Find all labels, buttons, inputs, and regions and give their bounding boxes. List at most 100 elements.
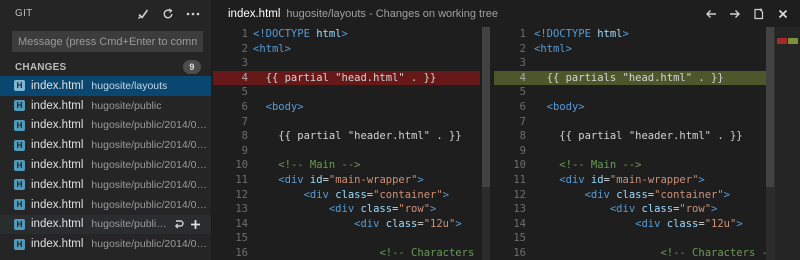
modified-file-pane[interactable]: 1 <!DOCTYPE html> 2 <html> 3 4 {{ partials "h… bbox=[494, 27, 766, 260]
diff-overview-ruler[interactable] bbox=[774, 27, 800, 260]
line-code: <html> bbox=[253, 42, 291, 57]
changed-file-item[interactable]: Hindex.html hugosite/public/... bbox=[0, 214, 211, 235]
code-token: > bbox=[442, 188, 449, 201]
left-scrollbar-thumb[interactable] bbox=[482, 27, 490, 187]
file-name: index.html bbox=[31, 79, 84, 92]
changed-file-item[interactable]: Hindex.html hugosite/public/2014/04/s... bbox=[0, 155, 211, 175]
code-line[interactable]: 2 <html> bbox=[213, 42, 480, 57]
editor-description: hugosite/layouts - Changes on working tr… bbox=[286, 7, 498, 20]
changed-file-item[interactable]: Hindex.html hugosite/public/2014/04/s... bbox=[0, 135, 211, 155]
code-line[interactable]: 13 <div class="row"> bbox=[494, 202, 766, 217]
code-line[interactable]: 10 <!-- Main --> bbox=[494, 158, 766, 173]
overview-removed-marker bbox=[777, 38, 787, 44]
right-scrollbar-track[interactable] bbox=[766, 27, 774, 260]
original-file-pane[interactable]: 1 <!DOCTYPE html> 2 <html> 3 4 {{ partial "he… bbox=[213, 27, 480, 260]
line-number: 13 bbox=[513, 203, 526, 216]
stage-icon[interactable] bbox=[190, 219, 201, 230]
code-line[interactable]: 9 bbox=[494, 144, 766, 159]
pane-separator[interactable] bbox=[480, 27, 494, 260]
changed-file-item[interactable]: Hindex.html hugosite/public/2014/05/s... bbox=[0, 175, 211, 195]
code-line[interactable]: 3 bbox=[494, 56, 766, 71]
code-line[interactable]: 14 <div class="12u"> bbox=[213, 217, 480, 232]
file-path: hugosite/public/2014/04/s... bbox=[91, 119, 211, 132]
code-line[interactable]: 6 <body> bbox=[213, 100, 480, 115]
line-code: <!-- Main --> bbox=[253, 158, 360, 173]
code-line[interactable]: 11 <div id="main-wrapper"> bbox=[213, 173, 480, 188]
code-line[interactable]: 13 <div class="row"> bbox=[213, 202, 480, 217]
file-path: hugosite/public/2014/06/s... bbox=[91, 238, 211, 251]
code-token: "main-wrapper" bbox=[328, 173, 418, 186]
refresh-icon[interactable] bbox=[160, 6, 176, 22]
changed-file-item[interactable]: Hindex.html hugosite/public/2014/06/s... bbox=[0, 234, 211, 254]
discard-icon[interactable] bbox=[173, 219, 184, 230]
code-token: class bbox=[616, 188, 648, 201]
code-line[interactable]: 15 bbox=[213, 231, 480, 246]
code-line[interactable]: 8 {{ partial "header.html" . }} bbox=[494, 129, 766, 144]
changed-file-item[interactable]: Hindex.html hugosite/public/2014/05/s... bbox=[0, 195, 211, 215]
editor-file-name: index.html bbox=[228, 7, 281, 20]
removed-code-line[interactable]: 4 {{ partial "head.html" . }} bbox=[213, 70, 480, 86]
code-line[interactable]: 15 bbox=[494, 231, 766, 246]
code-line[interactable]: 10 <!-- Main --> bbox=[213, 158, 480, 173]
code-line[interactable]: 6 <body> bbox=[494, 100, 766, 115]
code-token: class bbox=[360, 203, 393, 216]
right-scrollbar-thumb[interactable] bbox=[766, 27, 774, 187]
line-code: <html> bbox=[534, 42, 572, 57]
line-code: <div class="container"> bbox=[534, 188, 730, 203]
line-number: 2 bbox=[241, 42, 248, 55]
code-line[interactable]: 16 <!-- Characters --> bbox=[494, 246, 766, 260]
line-number: 1 bbox=[241, 28, 248, 40]
line-number: 4 bbox=[519, 71, 526, 84]
code-line[interactable]: 1 <!DOCTYPE html> bbox=[494, 27, 766, 42]
code-line[interactable]: 5 bbox=[494, 85, 766, 100]
code-line[interactable]: 5 bbox=[213, 85, 480, 100]
line-number: 14 bbox=[235, 217, 248, 230]
code-line[interactable]: 16 <!-- Characters --> bbox=[213, 246, 480, 260]
open-file-icon[interactable] bbox=[752, 7, 766, 21]
line-number: 3 bbox=[241, 57, 248, 70]
commit-message-input[interactable] bbox=[12, 31, 203, 52]
changed-file-item[interactable]: Hindex.html hugosite/layouts bbox=[0, 76, 211, 96]
changed-file-item[interactable]: Hindex.html hugosite/public/2014/04/s... bbox=[0, 116, 211, 136]
commit-check-icon[interactable] bbox=[135, 6, 151, 22]
file-name: index.html bbox=[31, 218, 84, 231]
code-line[interactable]: 9 bbox=[213, 144, 480, 159]
code-line[interactable]: 8 {{ partial "header.html" . }} bbox=[213, 129, 480, 144]
file-path: hugosite/public/2014/04/s... bbox=[91, 139, 211, 152]
changed-file-item[interactable]: Hindex.html hugosite/public bbox=[0, 96, 211, 116]
close-icon[interactable] bbox=[776, 7, 790, 21]
code-line[interactable]: 7 bbox=[213, 115, 480, 130]
code-token: <div bbox=[609, 203, 642, 216]
code-line[interactable]: 12 <div class="container"> bbox=[213, 188, 480, 203]
code-line[interactable]: 14 <div class="12u"> bbox=[494, 217, 766, 232]
line-number: 2 bbox=[519, 42, 526, 55]
previous-change-icon[interactable] bbox=[704, 7, 718, 21]
line-code: <div class="row"> bbox=[253, 202, 436, 217]
code-token: <div bbox=[328, 203, 361, 216]
html-file-icon: H bbox=[14, 119, 25, 131]
added-code-line[interactable]: 4 {{ partials "head.html" . }} bbox=[494, 70, 766, 86]
code-line[interactable]: 12 <div class="container"> bbox=[494, 188, 766, 203]
sidebar-title: GIT bbox=[15, 8, 33, 19]
line-number: 9 bbox=[241, 144, 248, 157]
code-line[interactable]: 7 bbox=[494, 115, 766, 130]
file-name: index.html bbox=[31, 159, 84, 172]
code-line[interactable]: 3 bbox=[213, 56, 480, 71]
next-change-icon[interactable] bbox=[728, 7, 742, 21]
file-path: hugosite/public/2014/05/s... bbox=[91, 198, 211, 211]
changes-section-header[interactable]: CHANGES 9 bbox=[0, 58, 211, 76]
code-line[interactable]: 11 <div id="main-wrapper"> bbox=[494, 173, 766, 188]
code-line[interactable]: 2 <html> bbox=[494, 42, 766, 57]
more-icon[interactable] bbox=[185, 6, 201, 22]
code-line[interactable]: 1 <!DOCTYPE html> bbox=[213, 27, 480, 42]
code-token: class bbox=[335, 188, 367, 201]
